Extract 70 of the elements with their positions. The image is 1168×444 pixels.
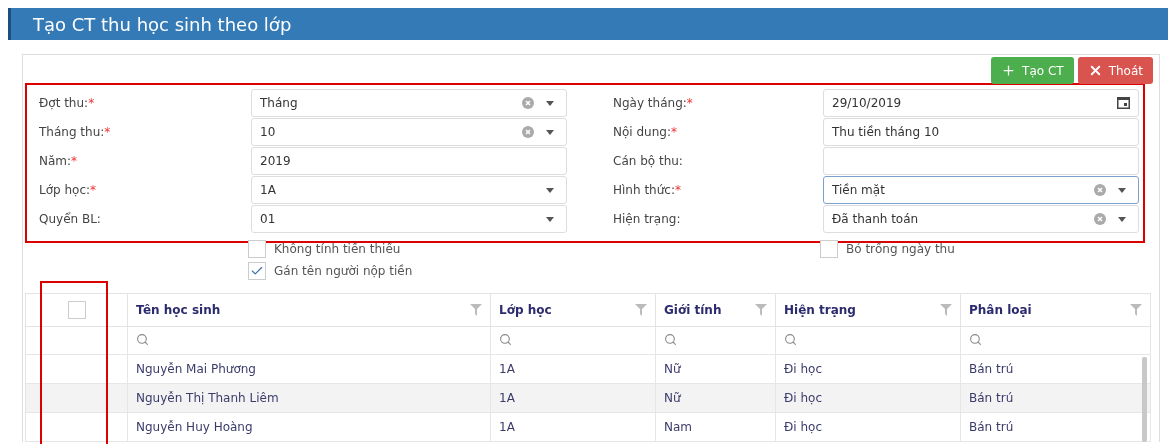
search-icon[interactable]: [969, 332, 982, 346]
field-label: Cán bộ thu:: [613, 153, 684, 170]
calendar-icon[interactable]: [1117, 97, 1130, 109]
caret-icon[interactable]: [546, 187, 554, 193]
input-field[interactable]: [823, 147, 1139, 175]
table-cell: Đi học: [775, 383, 961, 413]
checkbox-label: Gán tên người nộp tiền: [274, 264, 413, 278]
filter-icon[interactable]: [940, 304, 952, 316]
checkbox-label: Bỏ trống ngày thu: [846, 242, 955, 256]
plus-icon: [1001, 63, 1017, 78]
table-cell: Nguyễn Mai Phương: [127, 354, 491, 384]
table-cell: 1A: [490, 354, 656, 384]
filter-icon[interactable]: [755, 304, 767, 316]
dropdown-field[interactable]: 10: [251, 118, 567, 146]
field-label: Quyển BL:: [39, 211, 102, 228]
table-cell: 1A: [490, 383, 656, 413]
field-label: Nội dung:*: [613, 124, 678, 141]
table-cell: Nữ: [655, 383, 776, 413]
table-cell: Nữ: [655, 354, 776, 384]
checkbox-label: Không tính tiền thiếu: [274, 242, 401, 256]
scrollbar[interactable]: [1142, 357, 1147, 442]
input-field[interactable]: Thu tiền tháng 10: [823, 118, 1139, 146]
table-cell: 1A: [490, 412, 656, 442]
table-cell: Đi học: [775, 354, 961, 384]
filter-icon[interactable]: [470, 304, 482, 316]
table-cell: Nam: [655, 412, 776, 442]
field-label: Hiện trạng:: [613, 211, 682, 228]
table-cell: Nguyễn Thị Thanh Liêm: [127, 383, 491, 413]
search-icon[interactable]: [784, 332, 797, 346]
caret-icon[interactable]: [1118, 216, 1126, 222]
checkbox[interactable]: [248, 240, 266, 258]
table-cell: Nguyễn Huy Hoàng: [127, 412, 491, 442]
search-icon[interactable]: [664, 332, 677, 346]
checkbox[interactable]: [820, 240, 838, 258]
field-label: Năm:*: [39, 153, 79, 170]
dropdown-field[interactable]: Tháng: [251, 89, 567, 117]
caret-icon[interactable]: [546, 216, 554, 222]
select-all-checkbox[interactable]: [67, 301, 86, 319]
search-icon[interactable]: [499, 332, 512, 346]
field-label: Hình thức:*: [613, 182, 682, 199]
dropdown-field[interactable]: 01: [251, 205, 567, 233]
check-icon: [250, 264, 264, 278]
field-label: Tháng thu:*: [39, 124, 112, 141]
window-title: Tạo CT thu học sinh theo lớp: [8, 8, 1168, 40]
clear-icon[interactable]: [522, 126, 534, 138]
exit-button[interactable]: Thoát: [1077, 57, 1153, 84]
search-icon[interactable]: [136, 332, 149, 346]
input-field[interactable]: 2019: [251, 147, 567, 175]
caret-icon[interactable]: [546, 129, 554, 135]
column-header[interactable]: Hiện trạng: [784, 303, 856, 317]
field-label: Ngày tháng:*: [613, 95, 694, 112]
filter-icon[interactable]: [1130, 304, 1142, 316]
date-field[interactable]: 29/10/2019: [823, 89, 1139, 117]
dropdown-field[interactable]: Đã thanh toán: [823, 205, 1139, 233]
dropdown-field[interactable]: 1A: [251, 176, 567, 204]
column-header[interactable]: Lớp học: [499, 303, 552, 317]
column-header[interactable]: Giới tính: [664, 303, 722, 317]
caret-icon[interactable]: [1118, 187, 1126, 193]
table-cell: Đi học: [775, 412, 961, 442]
caret-icon[interactable]: [546, 100, 554, 106]
field-label: Lớp học:*: [39, 182, 98, 199]
dropdown-field[interactable]: Tiền mặt: [823, 176, 1139, 204]
column-header[interactable]: Tên học sinh: [136, 303, 221, 317]
field-label: Đợt thu:*: [39, 95, 96, 112]
checkbox[interactable]: [248, 262, 266, 280]
clear-icon[interactable]: [1094, 213, 1106, 225]
clear-icon[interactable]: [1094, 184, 1106, 196]
filter-icon[interactable]: [635, 304, 647, 316]
column-header[interactable]: Phân loại: [969, 303, 1032, 317]
clear-icon[interactable]: [522, 97, 534, 109]
